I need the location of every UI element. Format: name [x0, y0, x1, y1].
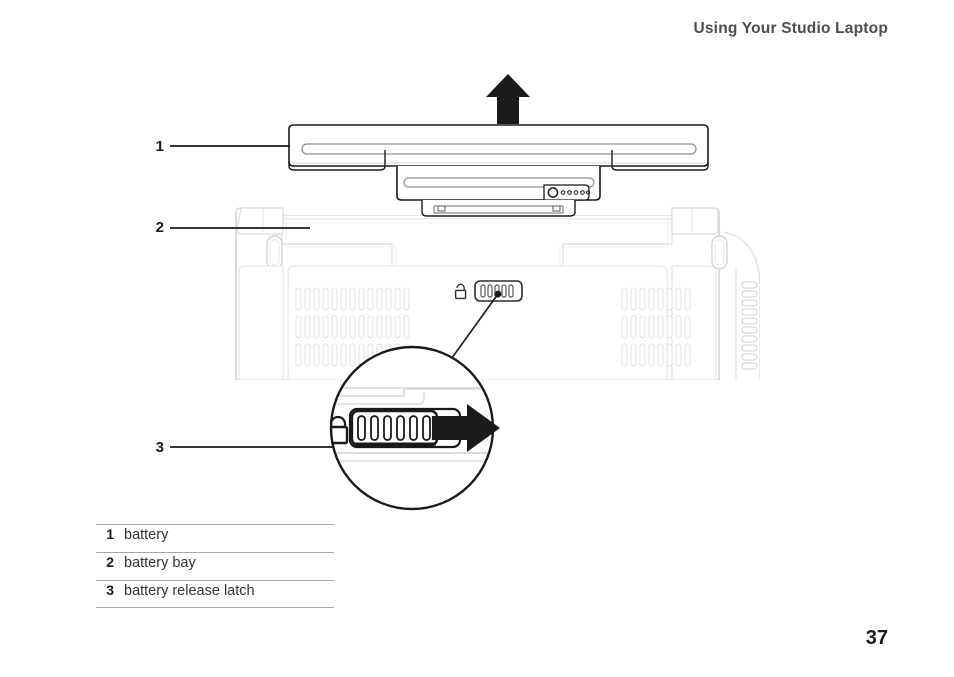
legend-label: battery release latch: [124, 583, 255, 599]
battery-gauge-button-icon: [547, 187, 559, 198]
callout-number-1: 1: [155, 138, 164, 155]
legend-number: 2: [106, 554, 114, 570]
legend-number: 3: [106, 582, 114, 598]
battery-charge-gauge[interactable]: [543, 184, 590, 201]
battery-slot-upper: [301, 143, 697, 155]
callout-number-3: 3: [155, 439, 164, 456]
magnifier-anchor-dot: [494, 290, 502, 298]
figure-legend: 1 battery 2 battery bay 3 battery releas…: [96, 524, 334, 608]
side-vent-column: [741, 281, 758, 370]
legend-row: 1 battery: [96, 524, 334, 552]
legend-number: 1: [106, 526, 114, 542]
up-arrow-icon: [486, 74, 530, 124]
manual-page: Using Your Studio Laptop 1 2 3 1 battery…: [0, 0, 954, 677]
legend-label: battery: [124, 527, 169, 543]
page-number: 37: [865, 627, 888, 649]
legend-row: 2 battery bay: [96, 552, 334, 580]
battery-component: [288, 124, 709, 217]
legend-row: 3 battery release latch: [96, 580, 334, 608]
legend-label: battery bay: [124, 555, 196, 571]
callout-number-2: 2: [155, 219, 164, 236]
